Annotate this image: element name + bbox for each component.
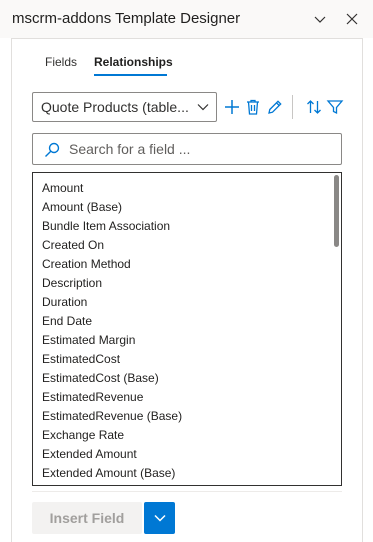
tab-fields[interactable]: Fields: [45, 55, 77, 69]
toolbar-divider: [292, 95, 293, 119]
close-icon[interactable]: [342, 9, 362, 29]
list-item[interactable]: Created On: [42, 238, 104, 252]
list-item[interactable]: Amount (Base): [42, 200, 122, 214]
list-item[interactable]: Amount: [42, 181, 83, 195]
list-item[interactable]: Exchange Rate: [42, 428, 124, 442]
list-item[interactable]: EstimatedCost: [42, 352, 120, 366]
active-tab-indicator: [94, 74, 167, 76]
list-item[interactable]: Duration: [42, 295, 87, 309]
relationship-dropdown[interactable]: Quote Products (table...: [32, 92, 217, 122]
chevron-down-icon: [197, 104, 209, 111]
list-item[interactable]: Estimated Margin: [42, 333, 135, 347]
delete-icon[interactable]: [243, 97, 263, 117]
chevron-down-icon: [153, 514, 166, 522]
title-bar: mscrm-addons Template Designer: [0, 0, 373, 38]
footer-divider: [32, 491, 342, 492]
search-icon: [45, 142, 60, 157]
edit-icon[interactable]: [265, 97, 285, 117]
list-item[interactable]: End Date: [42, 314, 92, 328]
add-icon[interactable]: [222, 97, 242, 117]
window-title: mscrm-addons Template Designer: [12, 10, 241, 27]
list-item[interactable]: Creation Method: [42, 257, 131, 271]
list-item[interactable]: Extended Amount (Base): [42, 466, 175, 480]
field-search: [32, 133, 342, 165]
list-item[interactable]: EstimatedCost (Base): [42, 371, 159, 385]
list-item[interactable]: Extended Amount: [42, 447, 137, 461]
filter-icon[interactable]: [325, 97, 345, 117]
field-list[interactable]: Amount Amount (Base) Bundle Item Associa…: [32, 172, 342, 486]
list-item[interactable]: Bundle Item Association: [42, 219, 170, 233]
tab-relationships[interactable]: Relationships: [94, 55, 173, 69]
relationship-dropdown-value: Quote Products (table...: [41, 99, 189, 115]
search-input[interactable]: [69, 138, 329, 160]
insert-field-button[interactable]: Insert Field: [32, 502, 142, 534]
list-item[interactable]: EstimatedRevenue: [42, 390, 143, 404]
list-item[interactable]: Description: [42, 276, 102, 290]
list-scrollbar[interactable]: [334, 175, 339, 247]
sort-icon[interactable]: [304, 97, 324, 117]
insert-options-button[interactable]: [144, 502, 175, 534]
collapse-chevron-icon[interactable]: [310, 9, 330, 29]
list-item[interactable]: EstimatedRevenue (Base): [42, 409, 182, 423]
